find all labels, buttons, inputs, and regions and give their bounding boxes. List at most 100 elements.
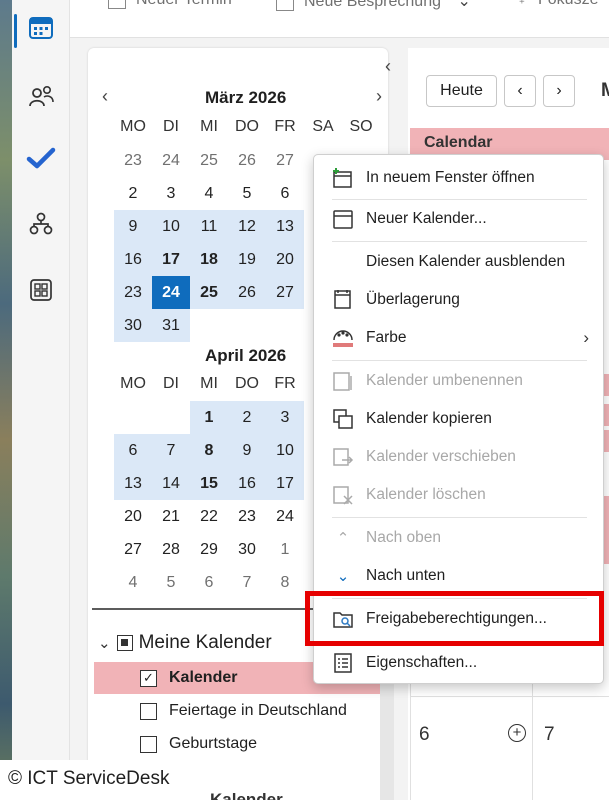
calendar-day[interactable]: 30 [114,309,152,342]
today-button[interactable]: Heute [426,75,497,107]
menu-item-move[interactable]: Kalender verschieben [314,438,603,476]
calendar-day[interactable]: 20 [266,243,304,276]
calendar-day[interactable]: 2 [114,177,152,210]
focus-button[interactable]: ♀ Fokusze [516,0,598,9]
calendar-day[interactable]: 9 [114,210,152,243]
calendar-day[interactable]: 9 [228,434,266,467]
calendar-day[interactable]: 6 [266,177,304,210]
calendar-day[interactable]: 2 [228,401,266,434]
rail-people[interactable] [12,74,70,118]
menu-item-delete[interactable]: Kalender löschen [314,476,603,514]
calendar-day[interactable]: 3 [266,401,304,434]
rail-todo[interactable] [12,136,70,180]
rail-calendar[interactable] [12,6,70,50]
calendar-day[interactable]: 24 [152,144,190,177]
calendar-day[interactable]: 17 [266,467,304,500]
menu-item-rename[interactable]: Kalender umbenennen [314,362,603,400]
calendar-day[interactable]: 1 [266,533,304,566]
calendar-day[interactable]: 31 [152,309,190,342]
calendar-day[interactable]: 25 [190,276,228,309]
calendar-day[interactable]: 30 [228,533,266,566]
next-group-heading[interactable]: Kalender [210,790,283,800]
calendar-item-feiertage[interactable]: Feiertage in Deutschland [94,695,380,727]
new-meeting-label: Neue Besprechung [304,0,441,10]
calendar-day[interactable]: 7 [152,434,190,467]
calendar-day[interactable]: 8 [266,566,304,599]
calendar-day[interactable]: 13 [266,210,304,243]
add-event-icon[interactable]: + [508,724,526,742]
calendar-day[interactable]: 20 [114,500,152,533]
menu-item-label: Neuer Kalender... [366,210,487,227]
calendar-day[interactable]: 12 [228,210,266,243]
menu-item-new-calendar[interactable]: Neuer Kalender... [314,200,603,238]
calendar-day[interactable]: 4 [114,566,152,599]
calendar-day[interactable]: 21 [152,500,190,533]
calendar-day[interactable]: 15 [190,467,228,500]
calendar-day[interactable]: 6 [114,434,152,467]
previous-month-icon[interactable]: ‹ [102,86,108,107]
menu-item-hide-calendar[interactable]: Diesen Kalender ausblenden [314,243,603,281]
menu-item-copy[interactable]: Kalender kopieren [314,400,603,438]
menu-item-overlay[interactable]: Überlagerung [314,281,603,319]
group-checkbox-icon[interactable] [116,635,133,651]
calendar-day[interactable]: 6 [190,566,228,599]
menu-item-open-new-window[interactable]: In neuem Fenster öffnen [314,159,603,197]
next-icon[interactable]: › [543,75,575,107]
calendar-day[interactable]: 13 [114,467,152,500]
calendar-day[interactable]: 7 [228,566,266,599]
calendar-item-label: Kalender [169,669,238,686]
calendar-day[interactable]: 5 [152,566,190,599]
my-calendars-group[interactable]: ⌄ Meine Kalender [98,632,272,654]
calendar-item-label: Geburtstage [169,735,258,752]
date-number[interactable]: 7 [544,724,555,746]
chevron-down-icon[interactable]: ⌄ [457,0,470,10]
calendar-day[interactable]: 27 [266,144,304,177]
new-meeting-button[interactable]: Neue Besprechung ⌄ [276,0,471,11]
weekday-header: MO [120,375,146,392]
calendar-day[interactable]: 23 [228,500,266,533]
calendar-day[interactable]: 26 [228,276,266,309]
checkbox-icon[interactable] [140,735,157,753]
calendar-day[interactable]: 17 [152,243,190,276]
menu-item-move-up[interactable]: ⌃ Nach oben [314,519,603,557]
checkbox-icon[interactable] [140,702,157,720]
calendar-day[interactable]: 27 [266,276,304,309]
calendar-day[interactable]: 16 [114,243,152,276]
date-number[interactable]: 6 [419,724,430,746]
menu-item-color[interactable]: Farbe › [314,319,603,357]
new-appointment-label: Neuer Termin [136,0,232,8]
calendar-day[interactable]: 10 [266,434,304,467]
calendar-day[interactable]: 4 [190,177,228,210]
calendar-day[interactable]: 3 [152,177,190,210]
calendar-item-geburtstage[interactable]: Geburtstage [94,728,380,760]
calendar-day[interactable]: 14 [152,467,190,500]
calendar-day[interactable]: 27 [114,533,152,566]
calendar-day[interactable]: 19 [228,243,266,276]
collapse-pane-icon[interactable]: ‹ [385,56,391,77]
rail-apps[interactable] [12,268,70,312]
calendar-day[interactable]: 5 [228,177,266,210]
calendar-day[interactable]: 23 [114,276,152,309]
calendar-day[interactable]: 22 [190,500,228,533]
calendar-day[interactable]: 11 [190,210,228,243]
calendar-day[interactable]: 16 [228,467,266,500]
calendar-day[interactable]: 1 [190,401,228,434]
checkbox-checked-icon[interactable]: ✓ [140,669,157,687]
calendar-day[interactable]: 24 [152,276,190,309]
calendar-day[interactable]: 23 [114,144,152,177]
rail-orgexplorer[interactable] [12,202,70,246]
calendar-day[interactable]: 25 [190,144,228,177]
calendar-day[interactable]: 18 [190,243,228,276]
previous-icon[interactable]: ‹ [504,75,536,107]
calendar-day[interactable]: 24 [266,500,304,533]
calendar-day[interactable]: 28 [152,533,190,566]
new-appointment-button[interactable]: Neuer Termin [108,0,232,9]
calendar-day[interactable]: 8 [190,434,228,467]
next-month-icon[interactable]: › [376,86,382,107]
chevron-down-icon[interactable]: ⌄ [98,634,111,652]
calendar-day[interactable]: 29 [190,533,228,566]
menu-item-move-down[interactable]: ⌄ Nach unten [314,557,603,595]
calendar-day[interactable]: 26 [228,144,266,177]
menu-item-properties[interactable]: Eigenschaften... [314,644,603,682]
calendar-day[interactable]: 10 [152,210,190,243]
